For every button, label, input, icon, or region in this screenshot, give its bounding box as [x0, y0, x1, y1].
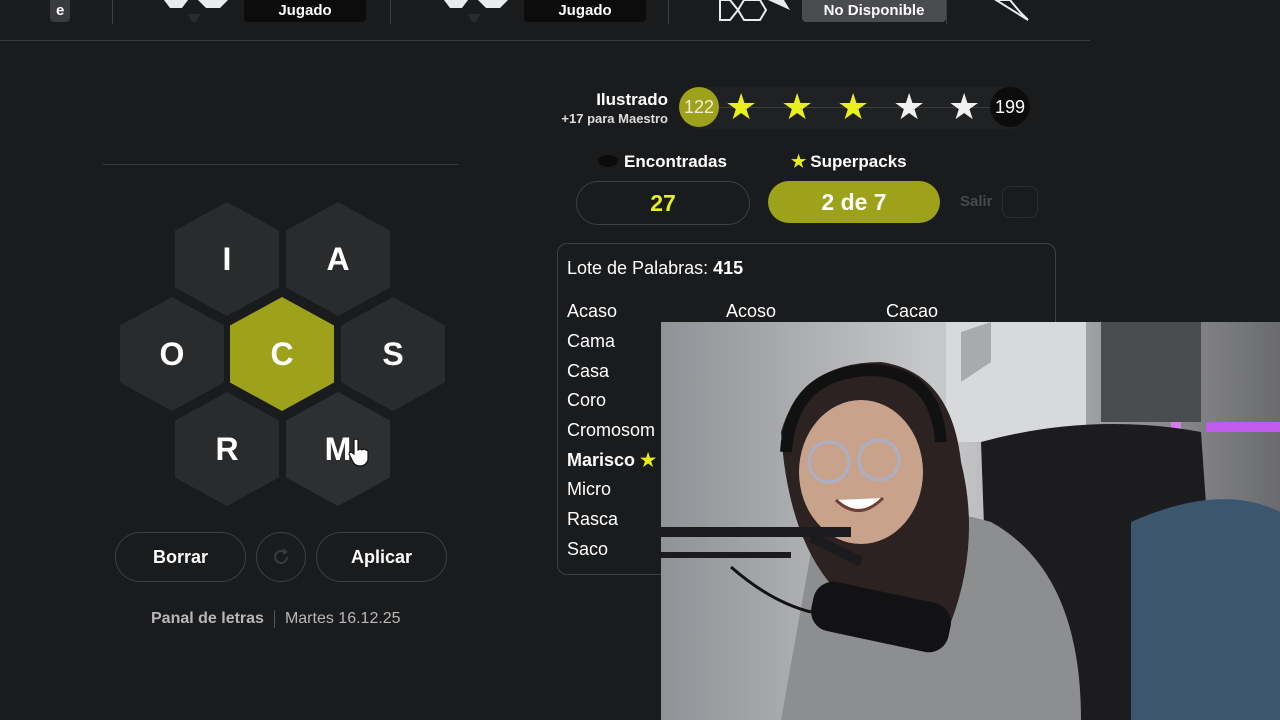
list-item: Acoso	[726, 301, 777, 321]
hex-letter-i[interactable]: I	[175, 202, 279, 316]
game-date: Martes 16.12.25	[284, 610, 401, 628]
webcam-image	[661, 322, 1280, 720]
mini-hive-icon	[994, 0, 1029, 21]
list-item: Acaso	[567, 301, 618, 321]
hex-letter-o[interactable]: O	[120, 297, 224, 411]
found-label: Encontradas	[624, 152, 727, 171]
shuffle-button[interactable]	[256, 532, 306, 582]
word-list-count: 415	[713, 258, 744, 278]
refresh-icon	[274, 548, 288, 564]
mini-hive-icon	[444, 0, 508, 22]
list-item: Casa	[567, 361, 610, 381]
list-item-superpack: Marisco ★	[567, 450, 660, 471]
unavailable-chip[interactable]: No Disponible	[802, 0, 946, 22]
hex-letter-r[interactable]: R	[175, 392, 279, 506]
exit-icon[interactable]	[1002, 186, 1038, 218]
footer-divider	[273, 610, 275, 628]
superpacks-label: Superpacks	[810, 152, 907, 171]
found-count[interactable]: 27	[576, 181, 750, 225]
delete-button[interactable]: Borrar	[115, 532, 246, 582]
star-icon: ★	[725, 86, 758, 127]
star-outline-icon: ★	[948, 86, 981, 127]
star-icon: ★	[791, 152, 807, 171]
superpacks-tab[interactable]: ★ Superpacks	[791, 152, 907, 172]
apply-button[interactable]: Aplicar	[316, 532, 447, 582]
strip-divider	[668, 0, 669, 24]
partial-chip[interactable]: e	[50, 0, 71, 22]
star-icon: ★	[781, 86, 814, 127]
star-icon: ★	[837, 86, 870, 127]
strip-divider	[390, 0, 391, 24]
webcam-overlay	[661, 322, 1280, 720]
mini-hive-icon	[719, 0, 790, 21]
footer: Panal de letras Martes 16.12.25	[151, 610, 401, 628]
list-item: Rasca	[567, 509, 619, 529]
hex-center-letter-c[interactable]: C	[230, 297, 334, 411]
hex-letter-a[interactable]: A	[286, 202, 390, 316]
star-icon: ★	[640, 450, 657, 470]
list-item: Micro	[567, 479, 611, 499]
top-strip: e Jugado Jugado No Disponible	[0, 0, 1090, 41]
list-item: Saco	[567, 539, 609, 559]
list-item: Cromosom	[567, 420, 656, 440]
mini-hive-icon	[164, 0, 228, 22]
list-item: Coro	[567, 390, 607, 410]
found-tab[interactable]: Encontradas	[598, 152, 727, 172]
max-score-badge: 199	[990, 87, 1030, 127]
strip-divider	[946, 0, 947, 24]
list-item: Cama	[567, 331, 616, 351]
superpacks-count[interactable]: 2 de 7	[768, 181, 940, 223]
word-list-label: Lote de Palabras:	[567, 258, 709, 278]
game-name: Panal de letras	[151, 610, 264, 628]
rank-title: Ilustrado	[596, 90, 668, 109]
star-outline-icon: ★	[893, 86, 926, 127]
hive-divider	[103, 164, 458, 165]
word-text: Marisco	[567, 450, 636, 470]
current-score-badge: 122	[679, 87, 719, 127]
played-chip-2[interactable]: Jugado	[524, 0, 646, 22]
played-chip-1[interactable]: Jugado	[244, 0, 366, 22]
rank-subtitle: +17 para Maestro	[561, 111, 668, 126]
eye-icon	[598, 154, 618, 167]
hex-letter-s[interactable]: S	[341, 297, 445, 411]
hex-letter-m[interactable]: M	[286, 392, 390, 506]
word-list-title: Lote de Palabras: 415	[567, 258, 743, 279]
strip-divider	[112, 0, 113, 24]
hand-cursor-icon	[348, 438, 369, 467]
list-item: Cacao	[886, 301, 939, 321]
rank-label: Ilustrado +17 para Maestro	[561, 90, 668, 126]
exit-button[interactable]: Salir	[960, 193, 993, 210]
